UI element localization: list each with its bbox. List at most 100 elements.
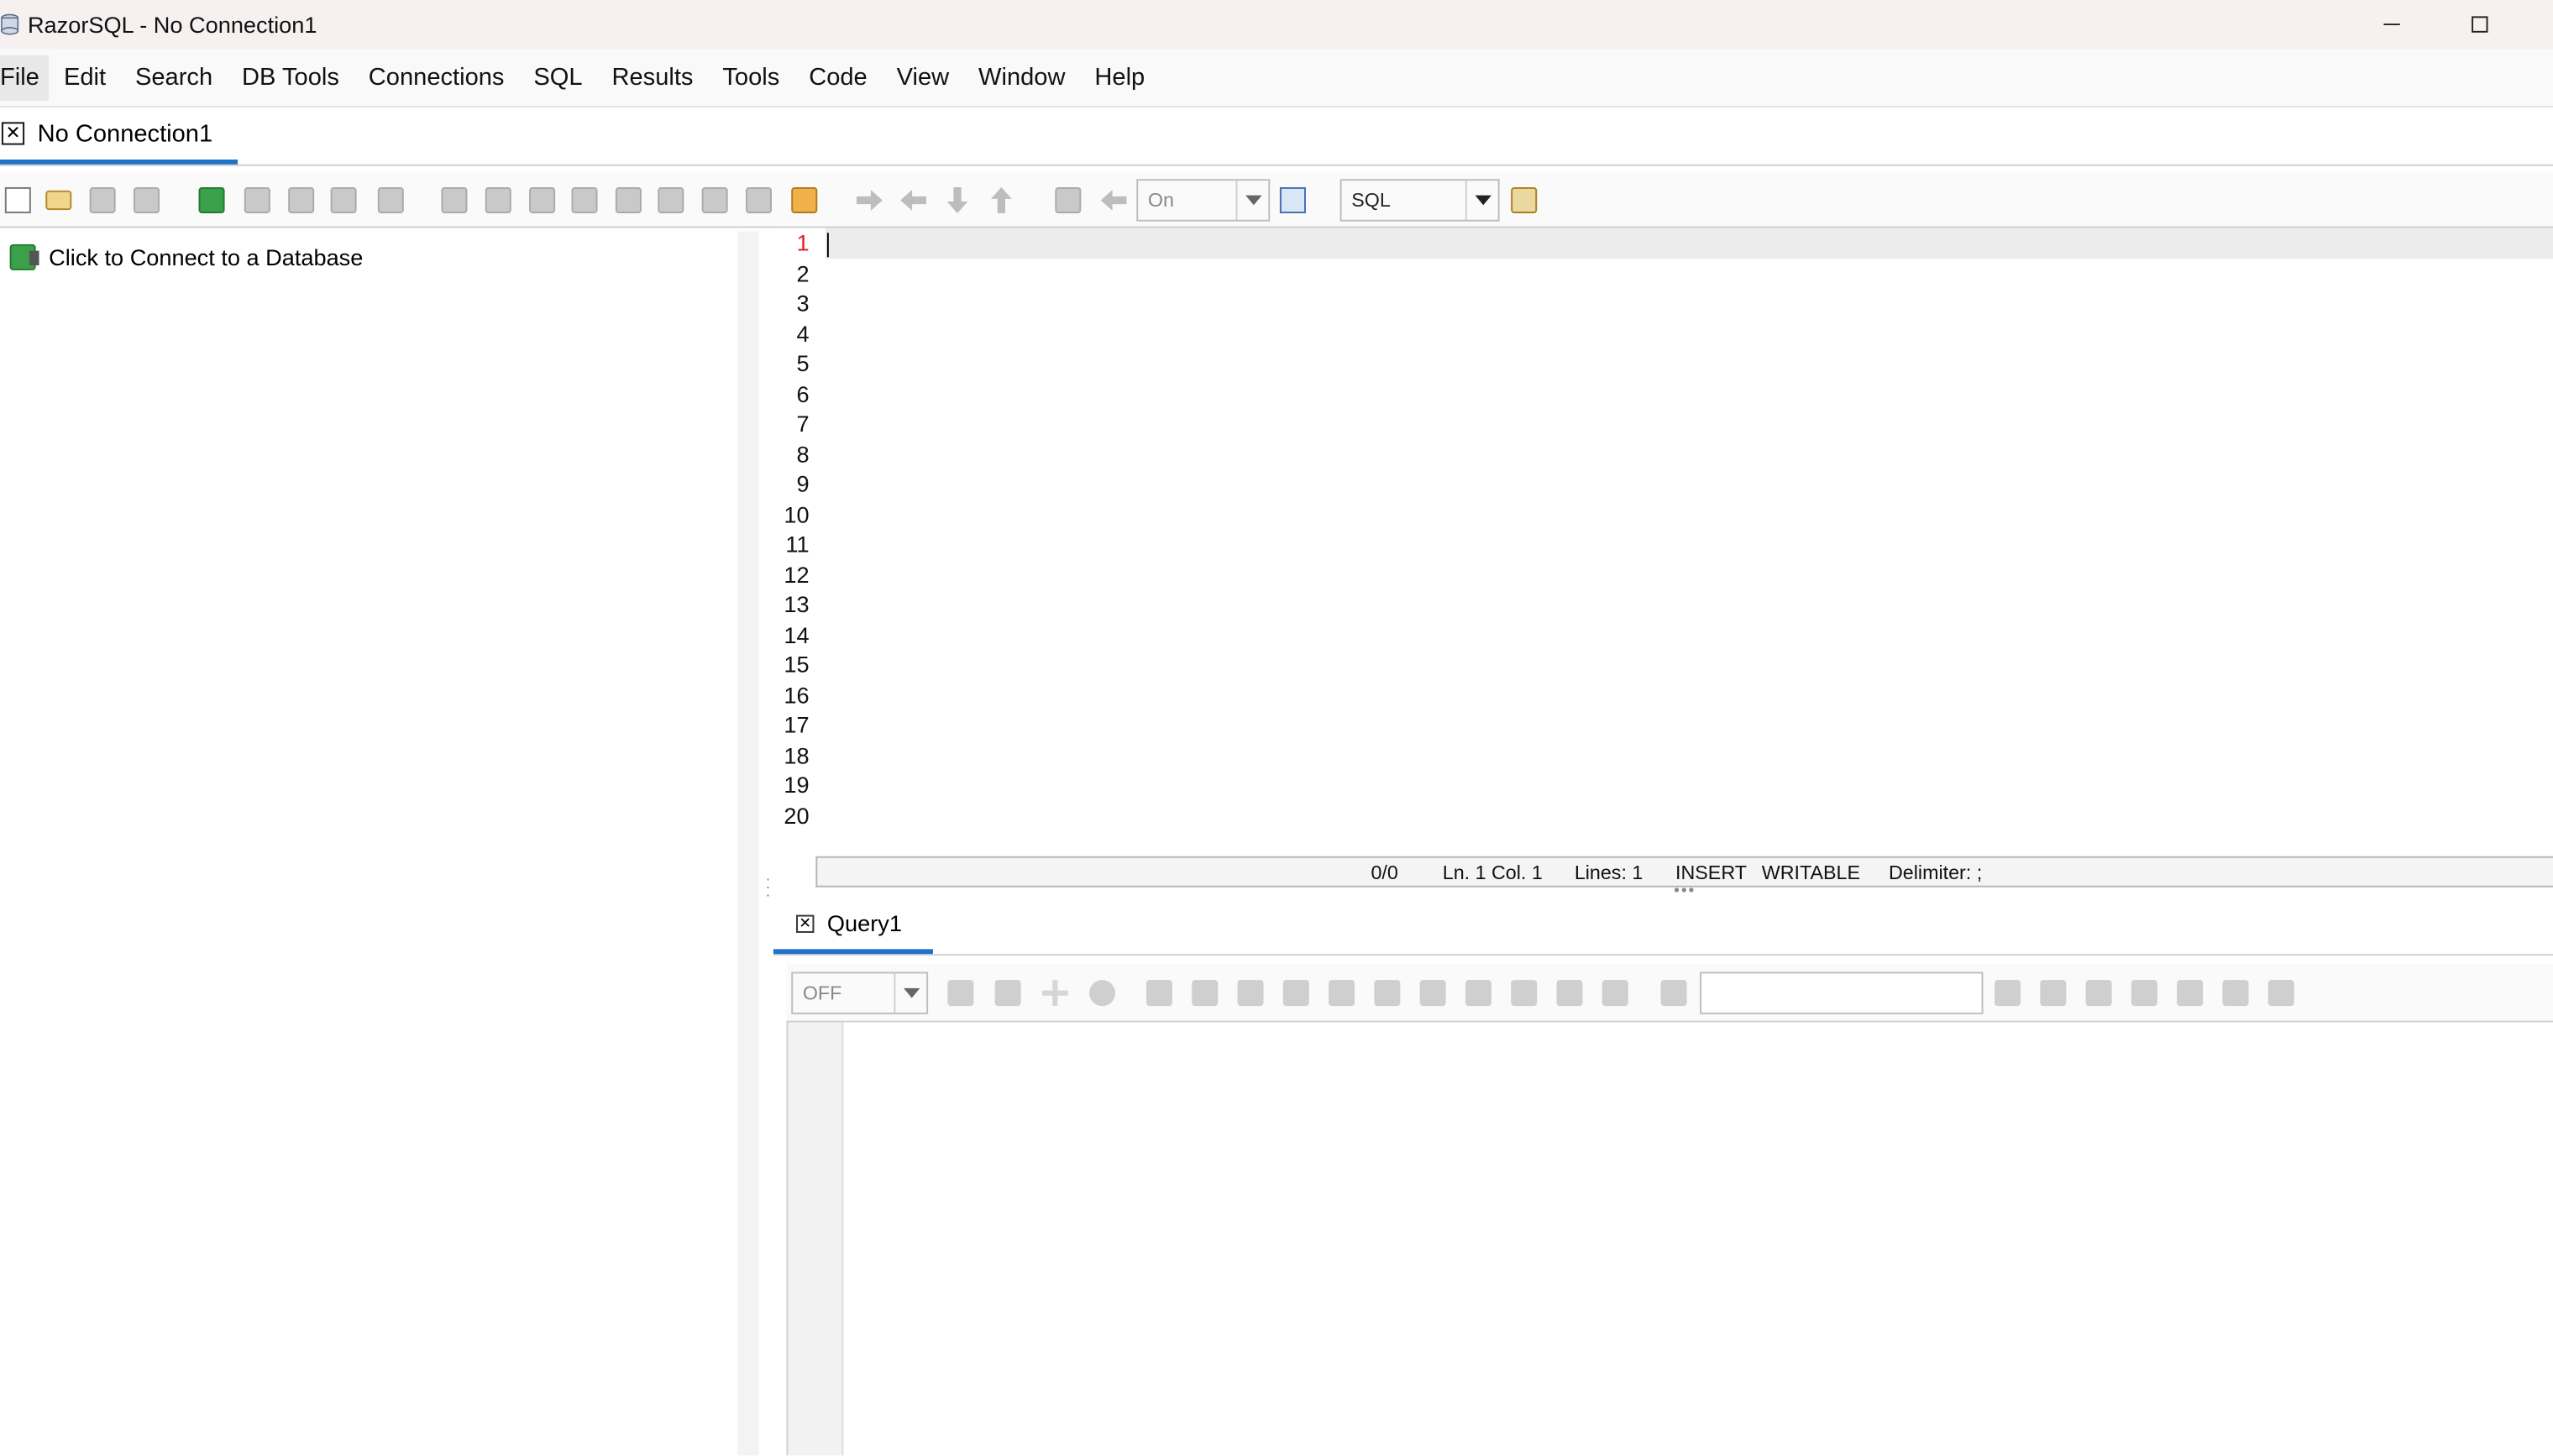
menu-help[interactable]: Help <box>1080 55 1160 100</box>
add-row-icon[interactable] <box>1041 980 1068 1007</box>
vertical-splitter-handle[interactable]: · · · <box>765 872 772 904</box>
next-icon[interactable] <box>1995 980 2021 1007</box>
copy-icon[interactable] <box>485 186 511 213</box>
menu-results[interactable]: Results <box>597 55 708 100</box>
line-number: 13 <box>784 590 810 617</box>
document-icon[interactable] <box>2131 980 2157 1007</box>
close-tab-icon[interactable]: ✕ <box>796 914 815 932</box>
window-title: RazorSQL - No Connection1 <box>27 11 317 38</box>
insert-row-icon[interactable] <box>1282 980 1309 1007</box>
save-as-icon[interactable] <box>2177 980 2204 1007</box>
line-number: 8 <box>796 440 810 467</box>
results-filter-select[interactable]: OFF <box>791 972 929 1014</box>
execute-batch-icon[interactable] <box>900 190 927 211</box>
close-tab-icon[interactable]: ✕ <box>1 122 25 145</box>
database-icon[interactable] <box>377 186 404 213</box>
save-results-icon[interactable] <box>947 980 974 1007</box>
menu-db-tools[interactable]: DB Tools <box>228 55 354 100</box>
copy-connection-icon[interactable] <box>288 186 315 213</box>
tree-icon[interactable] <box>133 186 160 213</box>
new-file-icon[interactable] <box>4 186 31 213</box>
current-line-highlight <box>825 228 2553 259</box>
move-row-icon[interactable] <box>1329 980 1355 1007</box>
line-number: 17 <box>784 711 810 738</box>
razorsql-app-icon <box>1 13 19 35</box>
brush-icon[interactable] <box>1660 980 1687 1007</box>
connection-tab-bar: ✕ No Connection1 <box>0 107 2553 166</box>
paste-icon[interactable] <box>529 186 556 213</box>
arrow-up-icon[interactable] <box>990 186 1012 213</box>
export-icon[interactable] <box>441 186 468 213</box>
maximize-button[interactable] <box>2442 0 2517 49</box>
line-number: 7 <box>796 410 810 437</box>
line-number: 11 <box>785 531 810 558</box>
edit-cell-icon[interactable] <box>1237 980 1264 1007</box>
tab-no-connection1[interactable]: ✕ No Connection1 <box>0 107 239 165</box>
status-position: 0/0 <box>1371 861 1398 884</box>
layout-icon[interactable] <box>1511 980 1538 1007</box>
search-results-icon[interactable] <box>1192 980 1219 1007</box>
navigator-scrollbar[interactable] <box>737 231 759 1456</box>
columns-icon[interactable] <box>1419 980 1446 1007</box>
rollback-icon[interactable] <box>1100 190 1127 211</box>
database-navigator: Click to Connect to a Database <box>0 231 759 1456</box>
auto-commit-select[interactable]: On <box>1136 179 1271 222</box>
swap-icon[interactable] <box>2267 980 2294 1007</box>
copy-results-icon[interactable] <box>1374 980 1401 1007</box>
download-icon[interactable] <box>2222 980 2249 1007</box>
edit-results-icon[interactable] <box>994 980 1021 1007</box>
text-cursor <box>826 233 829 258</box>
compare-icon[interactable] <box>1602 980 1628 1007</box>
chevron-down-icon[interactable] <box>1465 181 1498 220</box>
menu-view[interactable]: View <box>882 55 963 100</box>
minimize-button[interactable] <box>2355 0 2430 49</box>
eraser-icon[interactable] <box>571 186 598 213</box>
line-number: 6 <box>796 380 810 406</box>
language-select[interactable]: SQL <box>1339 179 1500 222</box>
tab-query1[interactable]: ✕ Query1 <box>773 897 933 955</box>
line-number: 12 <box>784 560 810 587</box>
menu-search[interactable]: Search <box>121 55 228 100</box>
save-icon[interactable] <box>89 186 116 213</box>
next-page-icon[interactable] <box>2040 980 2067 1007</box>
menu-connections[interactable]: Connections <box>354 55 519 100</box>
results-search-input[interactable] <box>1700 972 1984 1014</box>
results-row-header <box>788 1022 844 1456</box>
chevron-down-icon[interactable] <box>894 973 926 1013</box>
status-delimiter: Delimiter: ; <box>1889 861 1983 884</box>
query-builder-icon[interactable] <box>1279 186 1306 213</box>
results-panel[interactable] <box>786 1022 2553 1456</box>
menu-sql[interactable]: SQL <box>519 55 597 100</box>
menu-tools[interactable]: Tools <box>708 55 794 100</box>
add-connection-icon[interactable] <box>330 186 357 213</box>
sql-editor[interactable]: 1 2 3 4 5 6 7 8 9 10 11 12 13 14 15 16 17 18 19 20 <box>773 228 2553 841</box>
grid-icon[interactable] <box>1465 980 1491 1007</box>
line-number: 4 <box>796 319 810 346</box>
refresh-icon[interactable] <box>1145 980 1172 1007</box>
notes-icon[interactable] <box>1511 186 1538 213</box>
connect-label: Click to Connect to a Database <box>49 244 364 270</box>
remove-row-icon[interactable] <box>1089 980 1116 1007</box>
duplicate-icon[interactable] <box>1556 980 1583 1007</box>
menu-file[interactable]: File <box>0 54 50 101</box>
disconnect-icon[interactable] <box>244 186 270 213</box>
status-line-col: Ln. 1 Col. 1 <box>1442 861 1543 884</box>
open-folder-icon[interactable] <box>45 190 72 211</box>
commit-icon[interactable] <box>1055 186 1082 213</box>
explain-icon[interactable] <box>791 186 818 213</box>
format-icon[interactable] <box>701 186 728 213</box>
outdent-icon[interactable] <box>745 186 772 213</box>
connect-icon[interactable] <box>198 186 225 213</box>
menu-edit[interactable]: Edit <box>49 55 120 100</box>
line-number: 18 <box>784 741 810 768</box>
chevron-down-icon[interactable] <box>1235 181 1269 220</box>
menu-window[interactable]: Window <box>964 55 1080 100</box>
arrow-down-icon[interactable] <box>946 186 968 213</box>
line-number-gutter: 1 2 3 4 5 6 7 8 9 10 11 12 13 14 15 16 17 18 19 20 <box>773 228 822 840</box>
connect-to-database-item[interactable]: Click to Connect to a Database <box>9 244 364 270</box>
execute-icon[interactable] <box>856 190 883 211</box>
indent-icon[interactable] <box>658 186 684 213</box>
align-icon[interactable] <box>615 186 642 213</box>
menu-code[interactable]: Code <box>794 55 882 100</box>
export-results-icon[interactable] <box>2085 980 2112 1007</box>
